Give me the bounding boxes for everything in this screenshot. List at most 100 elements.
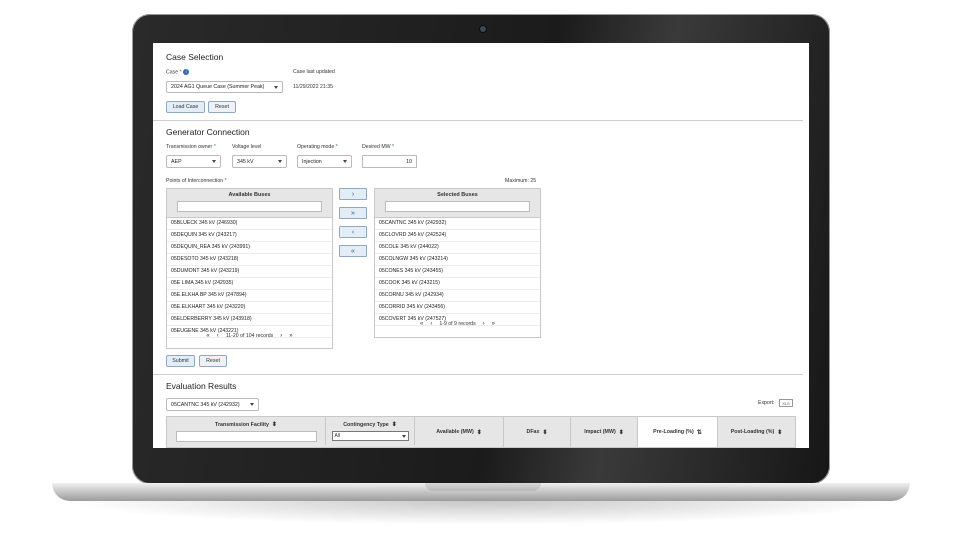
selected-buses-list: Selected Buses 05CANTNC 345 kV (242932) … xyxy=(374,188,541,338)
info-icon[interactable]: i xyxy=(183,69,190,75)
chevron-down-icon xyxy=(212,160,216,163)
operating-mode-value: Injection xyxy=(302,158,322,165)
first-page-button[interactable]: « xyxy=(420,321,423,327)
chevron-down-icon xyxy=(278,160,282,163)
contingency-type-filter-select[interactable]: All xyxy=(331,431,409,441)
add-one-button[interactable]: › xyxy=(339,188,367,200)
case-last-updated-value: 11/29/2022 21:35 xyxy=(293,84,333,90)
sort-icon[interactable]: ⬍ xyxy=(542,429,547,436)
sort-icon[interactable]: ⬍ xyxy=(272,421,277,428)
required-marker: * xyxy=(224,178,227,184)
sort-icon[interactable]: ⬍ xyxy=(777,429,782,436)
section-divider xyxy=(153,374,803,375)
list-item[interactable]: 05CORRID 345 kV (243456) xyxy=(375,302,540,314)
selected-buses-title: Selected Buses xyxy=(437,192,478,198)
list-item[interactable]: 05E.ELKHA BP 345 kV (247894) xyxy=(167,290,332,302)
next-page-button[interactable]: › xyxy=(280,333,282,339)
list-item[interactable]: 05BLUECK 345 kV (246930) xyxy=(167,218,332,230)
sort-icon[interactable]: ⬍ xyxy=(477,429,482,436)
prev-page-button[interactable]: ‹ xyxy=(430,321,432,327)
col-pre-loading-label: Pre-Loading (%) xyxy=(653,429,694,435)
list-item[interactable]: 05CORNU 345 kV (242934) xyxy=(375,290,540,302)
selected-buses-pager: « ‹ 1-9 of 9 records › » xyxy=(375,321,540,327)
col-contingency-type[interactable]: Contingency Type ⬍ All xyxy=(326,417,415,445)
list-item[interactable]: 05DEQUIN 345 kV (243217) xyxy=(167,230,332,242)
case-reset-button[interactable]: Reset xyxy=(208,101,236,113)
case-selection-title: Case Selection xyxy=(166,52,224,62)
maximum-text: Maximum: 25 xyxy=(505,178,537,184)
col-dfax[interactable]: DFax ⬍ xyxy=(504,417,571,447)
laptop-shadow xyxy=(60,501,902,525)
available-buses-rows: 05BLUECK 345 kV (246930) 05DEQUIN 345 kV… xyxy=(167,218,332,338)
available-buses-header: Available Buses xyxy=(167,189,332,218)
operating-mode-label: Operating mode xyxy=(297,144,335,150)
remove-all-button[interactable]: « xyxy=(339,245,367,257)
sort-icon[interactable]: ⬍ xyxy=(392,421,397,428)
list-item[interactable]: 05DESOTO 345 kV (243218) xyxy=(167,254,332,266)
case-label: Case xyxy=(166,69,179,76)
poi-label-row: Points of Interconnection * xyxy=(166,178,227,184)
list-item[interactable]: 05DEQUIN_REA 345 kV (243991) xyxy=(167,242,332,254)
load-case-button[interactable]: Load Case xyxy=(166,101,205,113)
add-all-button[interactable]: » xyxy=(339,207,367,219)
col-post-loading[interactable]: Post-Loading (%) ⬍ xyxy=(718,417,795,447)
sort-active-icon[interactable]: ⇅ xyxy=(697,429,702,436)
col-pre-loading[interactable]: Pre-Loading (%) ⇅ xyxy=(638,417,718,447)
desired-mw-input[interactable]: 10 xyxy=(362,155,417,168)
available-buses-title: Available Buses xyxy=(228,192,271,198)
voltage-level-value: 345 kV xyxy=(237,158,254,165)
list-item[interactable]: 05DUMONT 345 kV (243219) xyxy=(167,266,332,278)
submit-button[interactable]: Submit xyxy=(166,355,195,367)
required-marker: * xyxy=(213,144,216,150)
poi-label: Points of Interconnection xyxy=(166,178,224,184)
selected-buses-search-input[interactable] xyxy=(385,201,530,212)
result-bus-select[interactable]: 05CANTNC 345 kV (242932) xyxy=(166,398,259,411)
col-impact-mw-label: Impact (MW) xyxy=(584,429,616,435)
voltage-level-label: Voltage level xyxy=(232,144,262,150)
transmission-owner-value: AEP xyxy=(171,158,182,165)
case-select-value: 2024 AG1 Queue Case (Summer Peak) xyxy=(171,84,265,90)
col-available-mw[interactable]: Available (MW) ⬍ xyxy=(415,417,504,447)
col-transmission-facility[interactable]: Transmission Facility ⬍ xyxy=(167,417,326,445)
generator-connection-title: Generator Connection xyxy=(166,127,250,137)
case-last-updated-label: Case last updated xyxy=(293,69,335,75)
col-impact-mw[interactable]: Impact (MW) ⬍ xyxy=(571,417,638,447)
last-page-button[interactable]: » xyxy=(492,321,495,327)
sort-icon[interactable]: ⬍ xyxy=(619,429,624,436)
available-buses-list: Available Buses 05BLUECK 345 kV (246930)… xyxy=(166,188,333,349)
voltage-level-select[interactable]: 345 kV xyxy=(232,155,287,168)
available-buses-search-input[interactable] xyxy=(177,201,322,212)
last-page-button[interactable]: » xyxy=(289,333,292,339)
transmission-owner-select[interactable]: AEP xyxy=(166,155,221,168)
operating-mode-label-row: Operating mode * xyxy=(297,144,338,150)
list-item[interactable]: 05CLOVRD 345 kV (242524) xyxy=(375,230,540,242)
result-bus-value: 05CANTNC 345 kV (242932) xyxy=(171,401,240,408)
list-item[interactable]: 05CANTNC 345 kV (242932) xyxy=(375,218,540,230)
operating-mode-select[interactable]: Injection xyxy=(297,155,352,168)
available-pager-text: 11-20 of 104 records xyxy=(225,333,274,339)
next-page-button[interactable]: › xyxy=(483,321,485,327)
selected-pager-text: 1-9 of 9 records xyxy=(439,321,476,327)
list-item[interactable]: 05COLE 345 kV (244022) xyxy=(375,242,540,254)
col-available-mw-label: Available (MW) xyxy=(436,429,474,435)
evaluation-results-title: Evaluation Results xyxy=(166,381,237,391)
remove-one-button[interactable]: ‹ xyxy=(339,226,367,238)
transmission-facility-filter-input[interactable] xyxy=(175,431,317,442)
required-marker: * xyxy=(392,144,395,150)
generator-reset-button[interactable]: Reset xyxy=(199,355,227,367)
first-page-button[interactable]: « xyxy=(206,333,209,339)
results-table-header: Transmission Facility ⬍ Contingency Type… xyxy=(166,416,796,448)
list-item[interactable]: 05ELDERBERRY 345 kV (243918) xyxy=(167,314,332,326)
desired-mw-label: Desired MW xyxy=(362,144,391,150)
chevron-down-icon xyxy=(401,434,406,438)
prev-page-button[interactable]: ‹ xyxy=(217,333,219,339)
list-item[interactable]: 05COOK 345 kV (243215) xyxy=(375,278,540,290)
list-item[interactable]: 05E LIMA 345 kV (242935) xyxy=(167,278,332,290)
col-transmission-facility-label: Transmission Facility xyxy=(215,421,269,428)
list-item[interactable]: 05CONES 345 kV (243455) xyxy=(375,266,540,278)
case-select[interactable]: 2024 AG1 Queue Case (Summer Peak) xyxy=(166,81,283,93)
list-item[interactable]: 05COLNGW 345 kV (243214) xyxy=(375,254,540,266)
list-item[interactable]: 05E.ELKHART 345 kV (243220) xyxy=(167,302,332,314)
export-xls-button[interactable]: XLS xyxy=(779,399,793,407)
col-dfax-label: DFax xyxy=(526,429,540,435)
